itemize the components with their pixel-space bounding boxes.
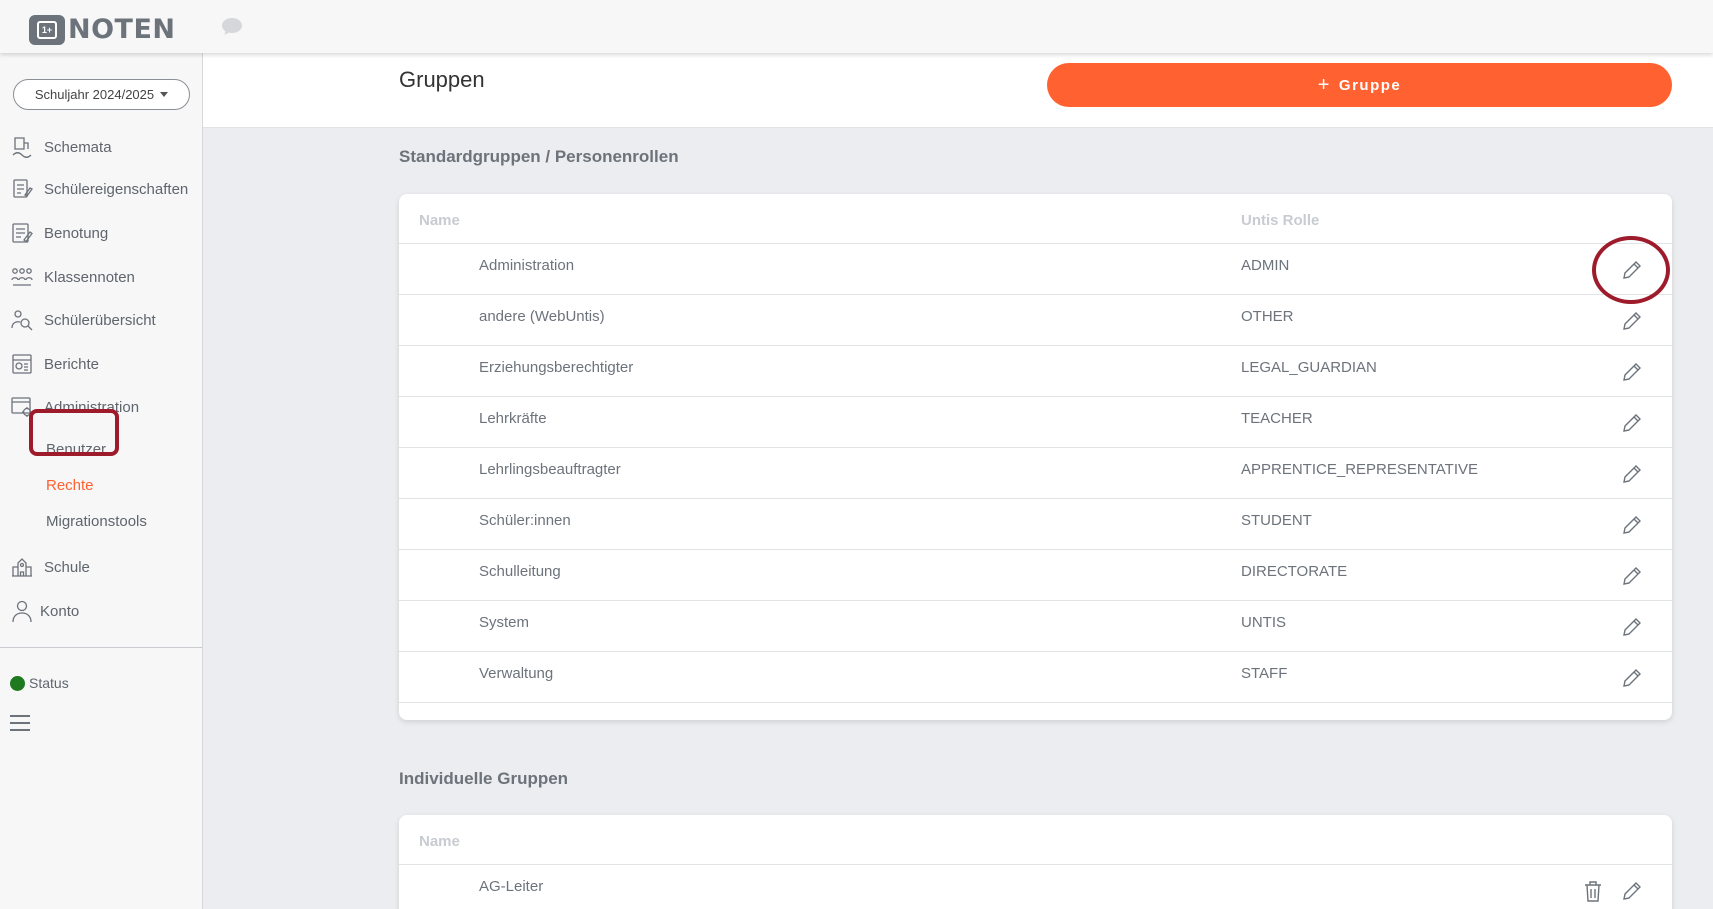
standard-groups-table: Name Untis Rolle Administration ADMIN ande… (399, 194, 1672, 720)
table-row: AG-Leiter (399, 865, 1672, 909)
schemata-icon (12, 137, 32, 158)
sidebar: Schuljahr 2024/2025 Schemata Schülereige… (0, 53, 203, 909)
account-icon (12, 600, 32, 623)
highlight-edit-administration (1592, 236, 1670, 304)
edit-pencil-icon[interactable] (1620, 615, 1644, 639)
edit-pencil-icon[interactable] (1620, 564, 1644, 588)
class-grades-icon (11, 268, 33, 286)
group-name: Lehrkräfte (479, 410, 547, 427)
reports-icon (12, 354, 32, 374)
standard-groups-title: Standardgruppen / Personenrollen (399, 147, 679, 166)
table-header: Name Untis Rolle (399, 194, 1672, 244)
properties-icon (13, 179, 33, 198)
school-year-select[interactable]: Schuljahr 2024/2025 (13, 79, 190, 110)
untis-role: STAFF (1241, 665, 1288, 682)
page-title: Gruppen (399, 67, 485, 92)
table-row: Administration ADMIN (399, 244, 1672, 295)
edit-pencil-icon[interactable] (1620, 879, 1644, 903)
edit-pencil-icon[interactable] (1620, 666, 1644, 690)
edit-pencil-icon[interactable] (1620, 309, 1644, 333)
untis-role: STUDENT (1241, 512, 1312, 529)
table-row: Schüler:innen STUDENT (399, 499, 1672, 550)
table-row: System UNTIS (399, 601, 1672, 652)
school-icon (12, 558, 32, 577)
status-dot (10, 675, 25, 691)
menu-icon[interactable] (10, 715, 30, 736)
page-header: Gruppen + Gruppe (203, 53, 1713, 128)
sidebar-item-berichte[interactable]: Berichte (10, 351, 99, 377)
group-name: Schüler:innen (479, 512, 571, 529)
add-group-button[interactable]: + Gruppe (1047, 63, 1672, 107)
group-name: andere (WebUntis) (479, 308, 605, 325)
edit-pencil-icon[interactable] (1620, 411, 1644, 435)
table-row: Lehrlingsbeauftragter APPRENTICE_REPRESEN… (399, 448, 1672, 499)
individual-groups-title: Individuelle Gruppen (399, 769, 569, 788)
table-row: Verwaltung STAFF (399, 652, 1672, 703)
group-name: System (479, 614, 530, 631)
sidebar-item-konto[interactable]: Konto (10, 598, 79, 624)
group-name: Erziehungsberechtigter (479, 359, 634, 376)
group-name: Verwaltung (479, 665, 554, 682)
sidebar-item-schueleruebersicht[interactable]: Schülerübersicht (10, 307, 156, 333)
top-bar: 1+ NOTEN (0, 0, 1713, 53)
edit-pencil-icon[interactable] (1620, 462, 1644, 486)
sidebar-item-klassennoten[interactable]: Klassennoten (10, 264, 135, 290)
sidebar-item-schuelereigenschaften[interactable]: Schülereigenschaften (10, 176, 188, 202)
grading-icon (12, 223, 33, 243)
sidebar-divider (0, 647, 202, 648)
student-overview-icon (11, 310, 33, 331)
individual-groups-table: Name AG-Leiter (399, 815, 1672, 909)
sidebar-item-schule[interactable]: Schule (10, 554, 90, 580)
plus-icon: + (1317, 73, 1331, 96)
untis-role: DIRECTORATE (1241, 563, 1348, 580)
group-name: Administration (479, 257, 575, 274)
delete-trash-icon[interactable] (1582, 879, 1604, 903)
untis-role: ADMIN (1241, 257, 1290, 274)
edit-pencil-icon[interactable] (1620, 360, 1644, 384)
highlight-rechte (29, 409, 119, 456)
untis-role: OTHER (1241, 308, 1294, 325)
logo-icon: 1+ (29, 14, 65, 45)
group-name: Schulleitung (479, 563, 561, 580)
untis-role: LEGAL_GUARDIAN (1241, 359, 1377, 376)
group-name: AG-Leiter (479, 878, 544, 895)
table-row: Erziehungsberechtigter LEGAL_GUARDIAN (399, 346, 1672, 397)
table-row: Lehrkräfte TEACHER (399, 397, 1672, 448)
sidebar-item-benotung[interactable]: Benotung (10, 220, 108, 246)
logo-text: NOTEN (68, 14, 176, 45)
table-row: Schulleitung DIRECTORATE (399, 550, 1672, 601)
app-logo[interactable]: 1+ NOTEN (29, 14, 176, 45)
untis-role: APPRENTICE_REPRESENTATIVE (1241, 461, 1478, 478)
edit-pencil-icon[interactable] (1620, 513, 1644, 537)
caret-down-icon (160, 92, 169, 97)
table-row: andere (WebUntis) OTHER (399, 295, 1672, 346)
chat-icon[interactable] (220, 16, 244, 38)
group-name: Lehrlingsbeauftragter (479, 461, 621, 478)
sidebar-item-schemata[interactable]: Schemata (10, 134, 112, 160)
untis-role: UNTIS (1241, 614, 1286, 631)
status-indicator[interactable]: Status (10, 675, 69, 691)
table-header: Name (399, 815, 1672, 865)
untis-role: TEACHER (1241, 410, 1313, 427)
sidebar-subitem-rechte[interactable]: Rechte (46, 477, 94, 494)
sidebar-subitem-migrationstools[interactable]: Migrationstools (46, 513, 147, 530)
